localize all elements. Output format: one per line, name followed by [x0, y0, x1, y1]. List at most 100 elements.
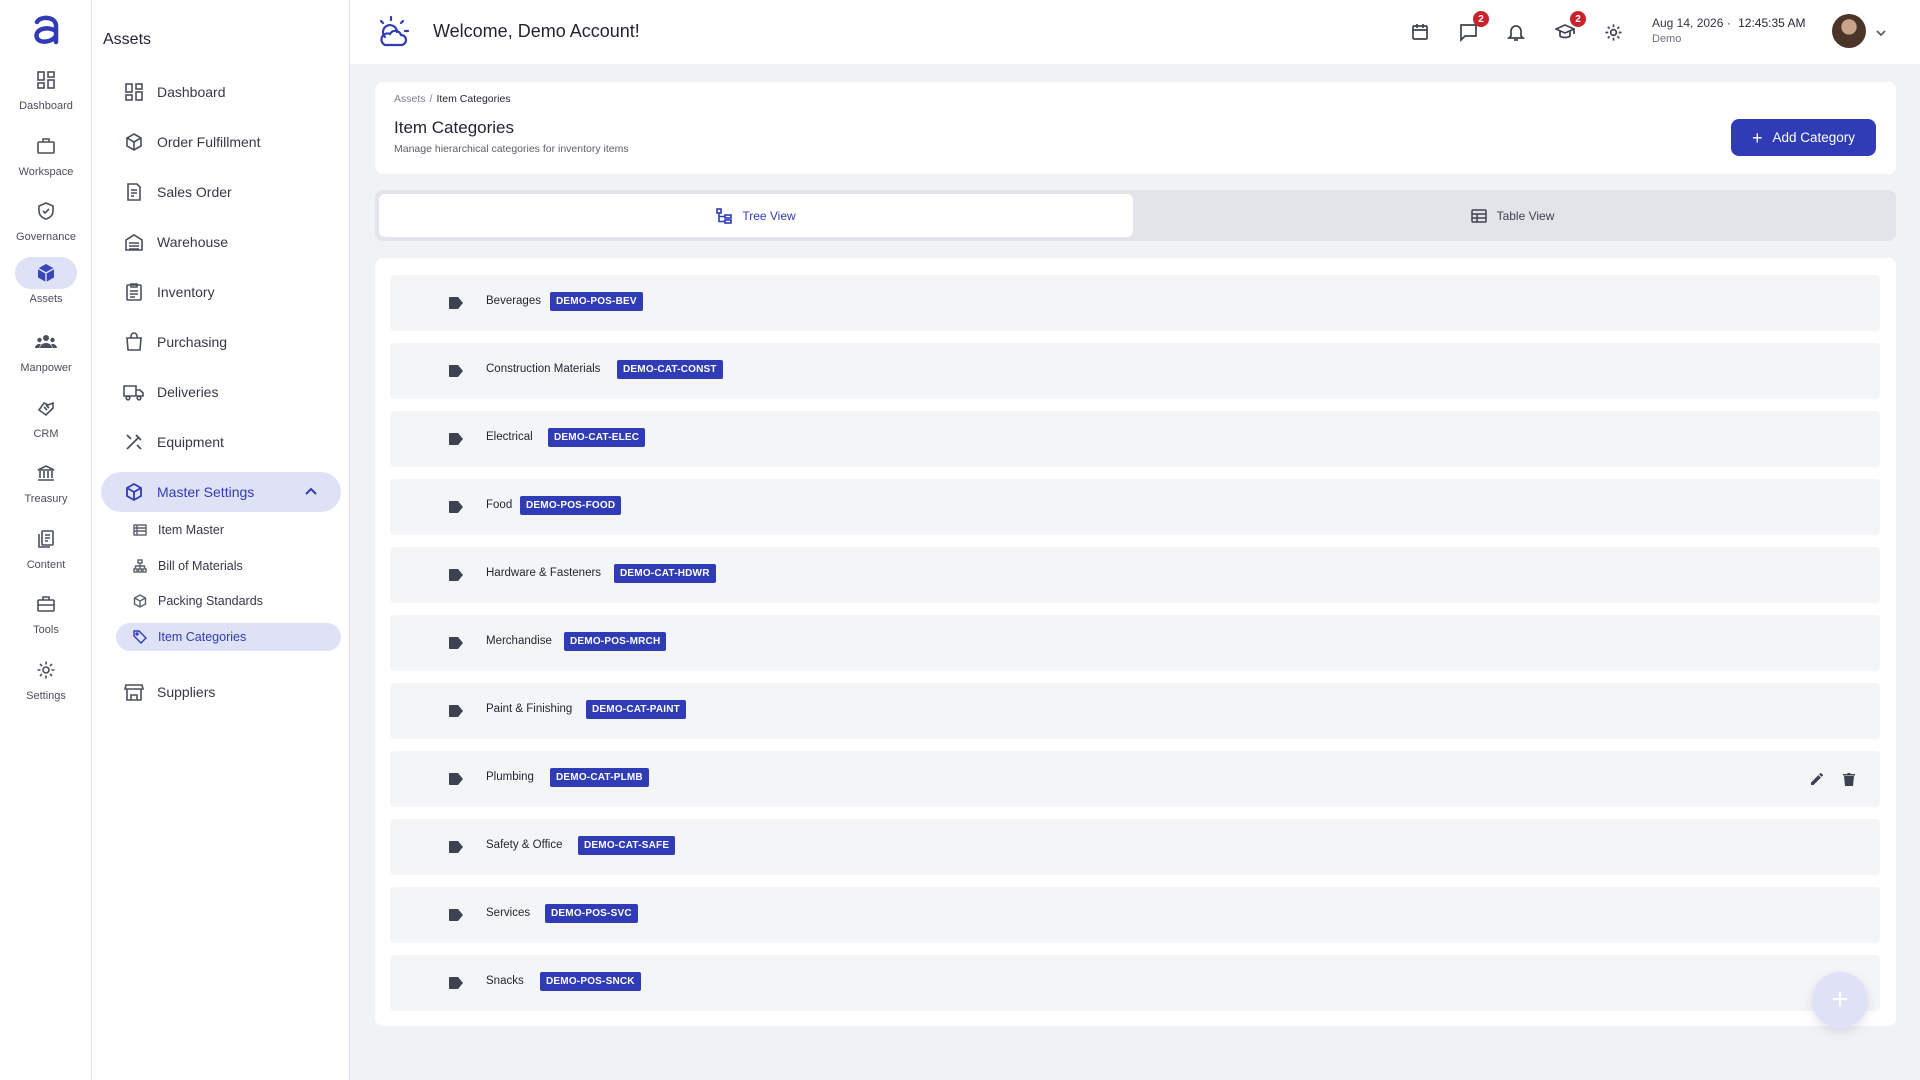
- datetime: Aug 14, 2026 · 12:45:35 AM: [1652, 16, 1805, 30]
- sidebar-subitem-item-categories[interactable]: Item Categories: [116, 623, 341, 651]
- label-icon: [449, 705, 463, 717]
- rail-item-assets[interactable]: Assets: [0, 257, 92, 315]
- row-actions: [1808, 770, 1858, 788]
- category-row[interactable]: Safety & Office DEMO-CAT-SAFE: [390, 819, 1880, 875]
- documents-icon: [15, 523, 77, 555]
- view-toggle: Tree View Table View: [375, 190, 1896, 241]
- rail-item-settings[interactable]: Settings: [0, 654, 92, 712]
- shield-check-icon: [15, 195, 77, 227]
- category-row[interactable]: Electrical DEMO-CAT-ELEC: [390, 411, 1880, 467]
- chevron-up-icon[interactable]: [303, 484, 319, 500]
- bell-icon[interactable]: [1504, 20, 1528, 44]
- sidebar-item-order-fulfillment[interactable]: Order Fulfillment: [101, 122, 341, 162]
- sidebar-item-suppliers[interactable]: Suppliers: [101, 672, 341, 712]
- rail-item-treasury[interactable]: Treasury: [0, 457, 92, 515]
- sidebar-item-purchasing[interactable]: Purchasing: [101, 322, 341, 362]
- sidebar-subitem-label: Bill of Materials: [158, 559, 243, 573]
- store-icon: [123, 681, 145, 703]
- category-row[interactable]: Hardware & Fasteners DEMO-CAT-HDWR: [390, 547, 1880, 603]
- sidebar-item-label: Deliveries: [157, 384, 219, 400]
- sidebar-subitem-packing-standards[interactable]: Packing Standards: [116, 587, 341, 615]
- category-code-badge: DEMO-CAT-PLMB: [550, 768, 649, 787]
- rail-item-dashboard[interactable]: Dashboard: [0, 64, 92, 122]
- app-logo-icon[interactable]: [28, 12, 64, 48]
- category-code-badge: DEMO-CAT-CONST: [617, 360, 723, 379]
- sidebar-item-deliveries[interactable]: Deliveries: [101, 372, 341, 412]
- app-rail: Dashboard Workspace Governance Assets Ma…: [0, 0, 92, 1080]
- gear-icon[interactable]: [1601, 20, 1625, 44]
- rail-label: Assets: [29, 293, 63, 305]
- category-code-badge: DEMO-POS-BEV: [550, 292, 643, 311]
- rail-item-manpower[interactable]: Manpower: [0, 326, 92, 384]
- rail-label: Manpower: [20, 362, 72, 374]
- rail-item-governance[interactable]: Governance: [0, 195, 92, 253]
- top-header: Welcome, Demo Account! 2 2 Aug 14, 2026 …: [350, 0, 1920, 64]
- category-row[interactable]: Beverages DEMO-POS-BEV: [390, 275, 1880, 331]
- category-name: Snacks: [486, 975, 524, 987]
- delete-icon[interactable]: [1840, 770, 1858, 788]
- category-row[interactable]: Paint & Finishing DEMO-CAT-PAINT: [390, 683, 1880, 739]
- clipboard-icon: [123, 281, 145, 303]
- sidebar-subitem-bill-of-materials[interactable]: Bill of Materials: [116, 552, 341, 580]
- sidebar-item-equipment[interactable]: Equipment: [101, 422, 341, 462]
- label-icon: [449, 365, 463, 377]
- chevron-down-icon[interactable]: [1874, 26, 1888, 40]
- add-category-button[interactable]: + Add Category: [1731, 119, 1876, 156]
- welcome-message: Welcome, Demo Account!: [433, 21, 640, 41]
- tab-table-view[interactable]: Table View: [1133, 194, 1892, 237]
- rail-item-workspace[interactable]: Workspace: [0, 130, 92, 188]
- category-code-badge: DEMO-CAT-HDWR: [614, 564, 716, 583]
- warehouse-icon: [123, 231, 145, 253]
- sidebar-item-label: Equipment: [157, 434, 224, 450]
- sidebar-item-dashboard[interactable]: Dashboard: [101, 72, 341, 112]
- chat-icon[interactable]: 2: [1456, 11, 1489, 44]
- sidebar-item-label: Order Fulfillment: [157, 134, 261, 150]
- category-row[interactable]: Snacks DEMO-POS-SNCK: [390, 955, 1880, 1011]
- module-sidebar: Assets Dashboard Order Fulfillment Sales…: [92, 0, 350, 1080]
- chat-badge: 2: [1473, 11, 1489, 27]
- floating-add-button[interactable]: +: [1812, 972, 1868, 1028]
- category-name: Merchandise: [486, 635, 552, 647]
- rail-item-tools[interactable]: Tools: [0, 588, 92, 646]
- edit-icon[interactable]: [1808, 770, 1826, 788]
- rail-item-crm[interactable]: CRM: [0, 392, 92, 450]
- category-name: Safety & Office: [486, 839, 563, 851]
- sidebar-item-warehouse[interactable]: Warehouse: [101, 222, 341, 262]
- user-avatar[interactable]: [1832, 14, 1866, 48]
- tab-tree-view[interactable]: Tree View: [379, 194, 1133, 237]
- rail-label: Dashboard: [19, 100, 73, 112]
- category-row[interactable]: Services DEMO-POS-SVC: [390, 887, 1880, 943]
- receipt-icon: [123, 181, 145, 203]
- sidebar-title: Assets: [103, 31, 152, 48]
- sidebar-subitem-label: Item Master: [158, 523, 224, 537]
- sidebar-subitem-label: Packing Standards: [158, 594, 263, 608]
- people-icon: [15, 326, 77, 358]
- rail-label: Governance: [16, 231, 76, 243]
- tab-tree-label: Tree View: [742, 208, 796, 223]
- brand-sun-cloud-icon: [379, 15, 410, 47]
- breadcrumb-current: Item Categories: [436, 93, 511, 105]
- tree-icon: [716, 207, 733, 224]
- category-row[interactable]: Food DEMO-POS-FOOD: [390, 479, 1880, 535]
- page-title: Item Categories: [394, 118, 514, 137]
- category-name: Beverages: [486, 295, 541, 307]
- category-name: Plumbing: [486, 771, 534, 783]
- sidebar-item-sales-order[interactable]: Sales Order: [101, 172, 341, 212]
- category-row[interactable]: Merchandise DEMO-POS-MRCH: [390, 615, 1880, 671]
- category-row[interactable]: Plumbing DEMO-CAT-PLMB: [390, 751, 1880, 807]
- sidebar-item-label: Sales Order: [157, 184, 232, 200]
- sidebar-group-master-settings[interactable]: Master Settings: [101, 472, 341, 512]
- label-icon: [449, 977, 463, 989]
- truck-icon: [123, 381, 145, 403]
- sidebar-item-inventory[interactable]: Inventory: [101, 272, 341, 312]
- calendar-icon[interactable]: [1408, 20, 1432, 44]
- package-icon: [132, 593, 148, 609]
- category-row[interactable]: Construction Materials DEMO-CAT-CONST: [390, 343, 1880, 399]
- breadcrumb-root[interactable]: Assets: [394, 93, 426, 105]
- graduation-cap-icon[interactable]: 2: [1553, 11, 1586, 44]
- rail-item-content[interactable]: Content: [0, 523, 92, 581]
- sidebar-item-label: Purchasing: [157, 334, 228, 350]
- category-name: Food: [486, 499, 513, 511]
- label-icon: [449, 637, 463, 649]
- sidebar-subitem-item-master[interactable]: Item Master: [116, 516, 341, 544]
